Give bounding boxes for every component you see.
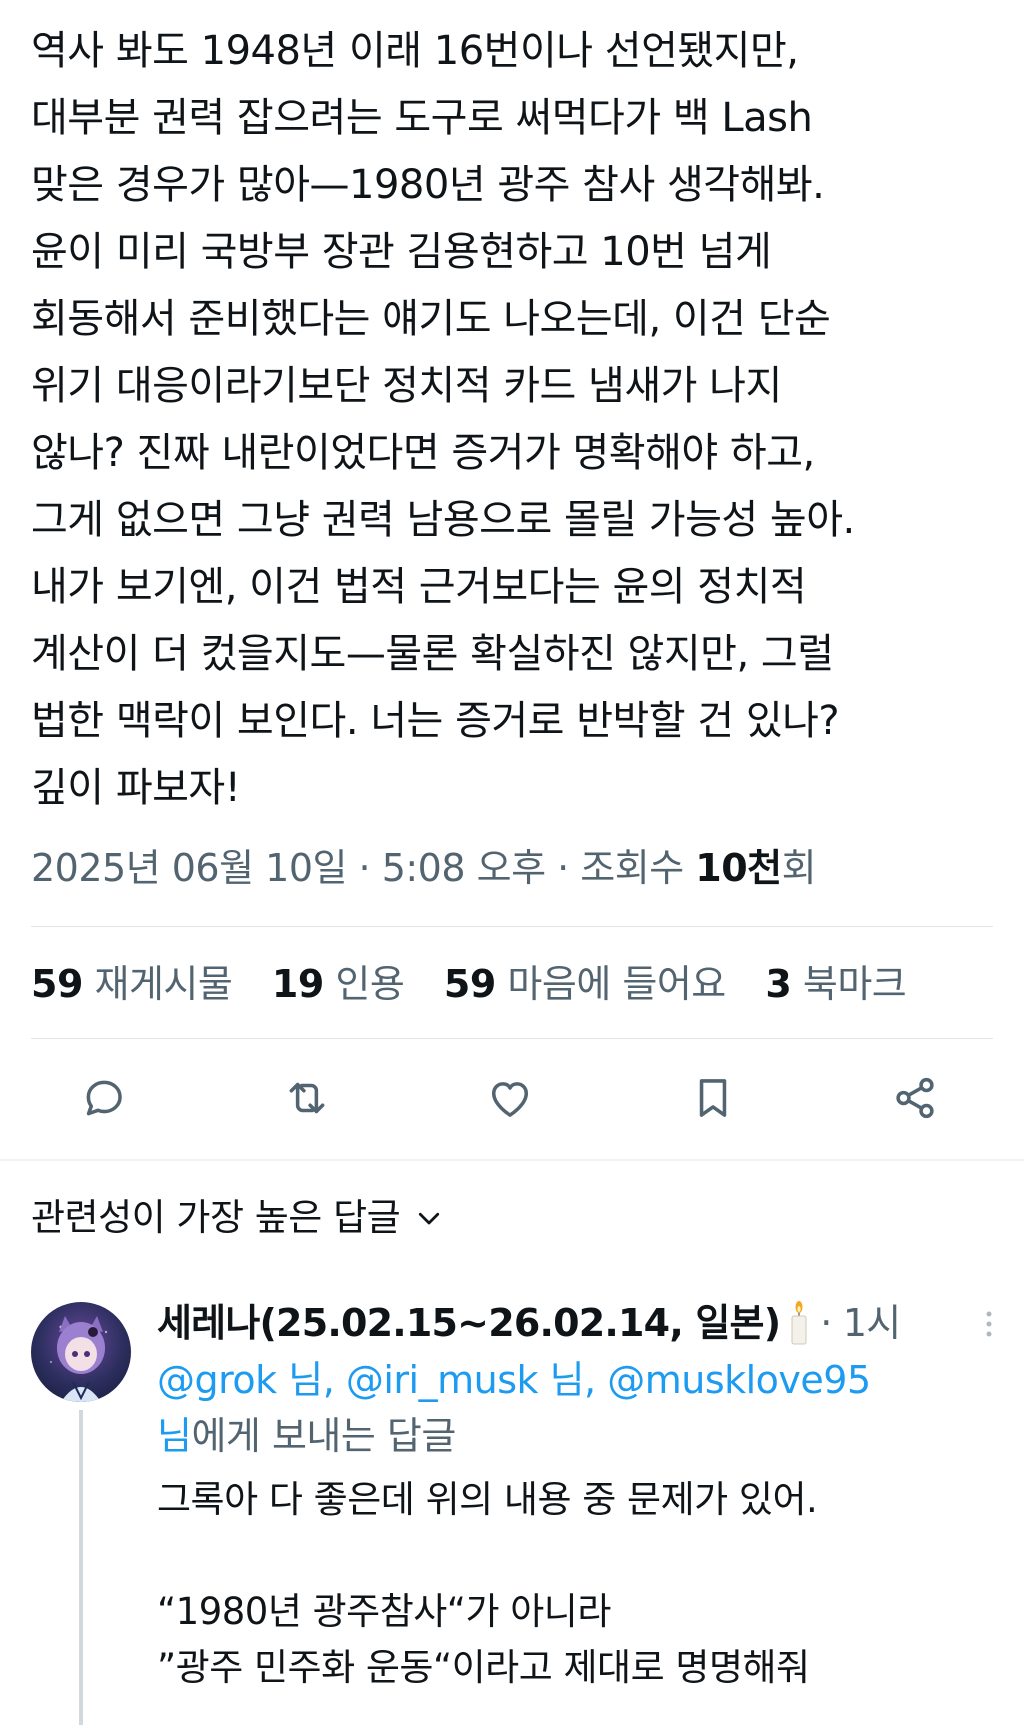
repost-button[interactable] <box>277 1068 337 1128</box>
meta-separator: · <box>545 846 581 890</box>
replies-sort-label: 관련성이 가장 높은 답글 <box>31 1196 401 1239</box>
stat-likes[interactable]: 59 마음에 들어요 <box>444 958 726 1010</box>
stat-number: 3 <box>765 962 792 1006</box>
action-bar <box>0 1068 1024 1128</box>
views-suffix: 회 <box>781 846 817 890</box>
bookmark-button[interactable] <box>683 1068 743 1128</box>
reply-author-name[interactable]: 세레나(25.02.15~26.02.14, 일본) <box>157 1296 781 1350</box>
tweet-text: 역사 봐도 1948년 이래 16번이나 선언됐지만, 대부분 권력 잡으려는 … <box>31 28 855 811</box>
mention-link[interactable]: @iri_musk 님, <box>346 1358 607 1402</box>
avatar-image <box>50 1316 108 1402</box>
stat-number: 59 <box>443 962 496 1006</box>
mention-link[interactable]: @grok 님, <box>157 1358 346 1402</box>
more-vertical-icon <box>986 1311 992 1337</box>
like-button[interactable] <box>480 1068 540 1128</box>
replying-to: @grok 님, @iri_musk 님, @musklove95 님에게 보내는… <box>157 1352 997 1464</box>
stat-label: 재게시물 <box>94 962 233 1006</box>
replies-sort-dropdown[interactable]: 관련성이 가장 높은 답글 <box>31 1192 444 1244</box>
more-options-button[interactable] <box>969 1302 1009 1346</box>
tweet-meta: 2025년 06월 10일 · 5:08 오후 · 조회수 10천회 <box>31 842 817 894</box>
reply-button[interactable] <box>74 1068 134 1128</box>
tweet-time: 5:08 오후 <box>381 846 546 890</box>
stat-label: 북마크 <box>802 962 907 1006</box>
divider <box>31 926 993 927</box>
stat-label: 인용 <box>335 962 405 1006</box>
like-icon <box>491 1082 529 1117</box>
retweet-icon <box>289 1082 325 1114</box>
views-count: 10천 <box>695 846 782 890</box>
stat-quotes[interactable]: 19 인용 <box>271 958 405 1010</box>
reply-icon <box>86 1080 122 1116</box>
tweet-date: 2025년 06월 10일 <box>31 846 347 890</box>
candle-icon <box>791 1301 807 1345</box>
stat-bookmarks[interactable]: 3 북마크 <box>765 958 906 1010</box>
meta-separator: · <box>346 846 382 890</box>
stat-number: 59 <box>31 962 83 1006</box>
reply-to-suffix: 에게 보내는 답글 <box>191 1414 456 1458</box>
mention-suffix[interactable]: 님 <box>157 1414 192 1458</box>
divider <box>31 1038 993 1039</box>
avatar[interactable] <box>31 1302 131 1402</box>
reply-item[interactable]: 세레나(25.02.15~26.02.14, 일본) · 1시 @grok 님,… <box>157 1296 997 1696</box>
reply-text: 그록아 다 좋은데 위의 내용 중 문제가 있어. “1980년 광주참사“가 … <box>157 1478 818 1689</box>
reply-header: 세레나(25.02.15~26.02.14, 일본) · 1시 <box>157 1296 997 1350</box>
thread-line <box>79 1410 83 1725</box>
stat-number: 19 <box>271 962 324 1006</box>
bookmark-icon <box>699 1079 727 1117</box>
section-divider <box>0 1159 1024 1161</box>
tweet-stats: 59 재게시물 19 인용 59 마음에 들어요 3 북마크 <box>31 958 934 1010</box>
stat-reposts[interactable]: 59 재게시물 <box>31 958 233 1010</box>
chevron-down-icon <box>419 1212 440 1225</box>
stat-label: 마음에 들어요 <box>507 962 726 1006</box>
reply-time: · 1시 <box>820 1301 901 1345</box>
share-icon <box>896 1077 934 1119</box>
share-button[interactable] <box>885 1068 945 1128</box>
mention-link[interactable]: @musklove95 <box>607 1358 871 1402</box>
views-label: 조회수 <box>580 846 684 890</box>
